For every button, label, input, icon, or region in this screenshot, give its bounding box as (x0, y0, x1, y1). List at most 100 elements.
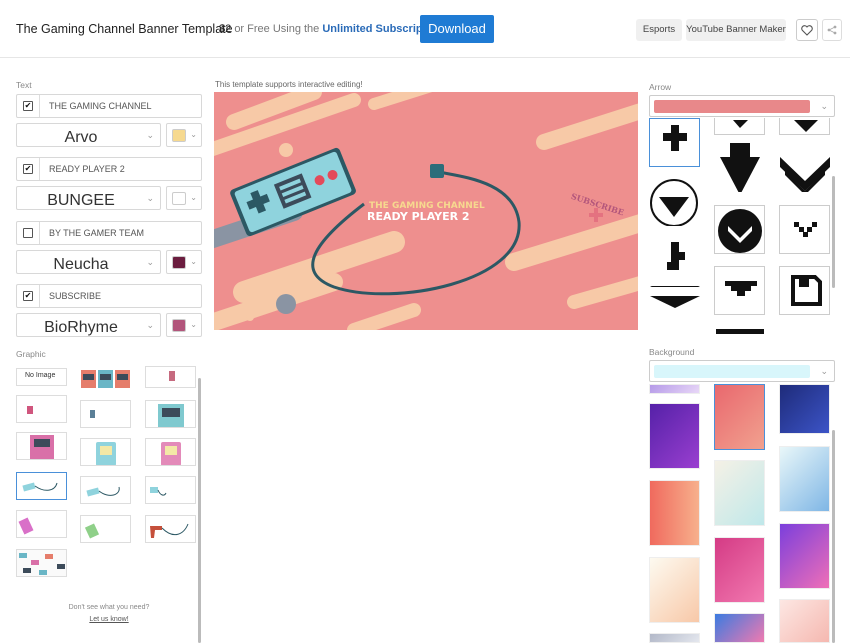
text-color-select[interactable]: ⌄ (166, 186, 202, 210)
bg-option-5[interactable] (714, 460, 765, 526)
text-field-row[interactable]: ✔ SUBSCRIBE (16, 284, 202, 308)
bg-option-4[interactable] (649, 403, 700, 469)
bg-option-9[interactable] (779, 523, 830, 589)
font-select[interactable]: BUNGEE ⌄ (16, 186, 161, 210)
bg-option-6[interactable] (779, 446, 830, 512)
arrow-option-triangle-down[interactable] (714, 143, 765, 192)
font-name: Neucha (53, 256, 109, 273)
bg-option-13[interactable] (649, 633, 700, 643)
price-amount: $2 (219, 23, 232, 35)
graphic-controller-3[interactable] (145, 476, 196, 504)
no-image-label: No Image (25, 372, 56, 379)
download-button[interactable]: Download (420, 15, 494, 43)
graphic-gameboy-teal[interactable] (80, 438, 131, 466)
graphic-gameboy-pink[interactable] (145, 438, 196, 466)
text-color-select[interactable]: ⌄ (166, 123, 202, 147)
bg-option-7[interactable] (649, 480, 700, 546)
text-visible-checkbox[interactable]: ✔ (23, 291, 33, 301)
graphic-gameboy-small[interactable] (16, 395, 67, 423)
graphic-controller-2[interactable] (80, 476, 131, 504)
text-color-select[interactable]: ⌄ (166, 313, 202, 337)
background-section-label: Background (649, 347, 695, 357)
graphic-none[interactable]: No Image (16, 368, 67, 386)
text-field-value[interactable]: BY THE GAMER TEAM (49, 228, 144, 238)
controller-graphic (22, 482, 58, 492)
chevron-down-icon: ⌄ (820, 366, 828, 376)
graphic-cartridge[interactable] (145, 366, 196, 388)
text-visible-checkbox[interactable]: ✔ (23, 164, 33, 174)
bg-option-2[interactable] (714, 384, 765, 450)
arrow-option-floppy[interactable] (779, 266, 830, 315)
graphic-arcade-teal[interactable] (145, 400, 196, 428)
arrow-option-stepped-down[interactable] (714, 266, 765, 315)
bg-option-10[interactable] (649, 557, 700, 623)
tag-esports[interactable]: Esports (636, 19, 682, 41)
graphic-arcade-pink[interactable] (16, 432, 67, 460)
font-name: Arvo (64, 129, 98, 146)
text-visible-checkbox[interactable] (23, 228, 33, 238)
let-us-know-link[interactable]: Let us know! (89, 616, 128, 623)
text-field-value[interactable]: READY PLAYER 2 (49, 164, 125, 174)
font-select[interactable]: Arvo ⌄ (16, 123, 161, 147)
background-color-swatch (654, 365, 810, 378)
bg-option-8[interactable] (714, 537, 765, 603)
bg-option-3[interactable] (779, 384, 830, 434)
background-scrollbar[interactable] (832, 430, 835, 643)
text-color-swatch (172, 192, 186, 205)
arrow-option-pixel-chevron[interactable] (779, 205, 830, 254)
arcade-machines-graphic (81, 370, 130, 388)
arrow-option-bar[interactable] (714, 324, 765, 334)
cartridge-graphic (169, 371, 175, 381)
graphic-handheld-green[interactable] (80, 515, 131, 543)
graphic-controller-selected[interactable] (16, 472, 67, 500)
graphic-light-gun[interactable] (145, 515, 196, 543)
circle-down-icon (650, 179, 698, 226)
bg-option-1[interactable] (649, 384, 700, 394)
arrow-option-chevron-bold[interactable] (779, 118, 830, 135)
light-gun-graphic (150, 523, 189, 538)
text-color-select[interactable]: ⌄ (166, 250, 202, 274)
chevron-down-icon: ⌄ (146, 257, 154, 267)
arrow-option-pixel-down[interactable] (649, 238, 700, 287)
arrow-option-wide-triangle[interactable] (649, 292, 700, 310)
arrow-option-chevron-small[interactable] (714, 118, 765, 135)
arrow-option-circle-chevron[interactable] (714, 205, 765, 254)
graphic-handheld-blue[interactable] (80, 400, 131, 428)
double-chevron-icon (780, 157, 830, 192)
background-color-select[interactable]: ⌄ (649, 360, 835, 382)
chevron-down-icon: ⌄ (190, 130, 197, 139)
banner-canvas[interactable]: THE GAMING CHANNEL READY PLAYER 2 SUBSCR… (214, 92, 638, 330)
divider (39, 95, 40, 117)
handheld-magenta-graphic (18, 517, 34, 535)
bg-option-12[interactable] (779, 599, 830, 643)
font-select[interactable]: BioRhyme ⌄ (16, 313, 161, 337)
favorite-button[interactable] (796, 19, 818, 41)
tag-youtube-banner-maker[interactable]: YouTube Banner Maker (686, 19, 786, 41)
text-field-value[interactable]: THE GAMING CHANNEL (49, 101, 152, 111)
text-field-value[interactable]: SUBSCRIBE (49, 291, 101, 301)
arrow-option-circle-down[interactable] (649, 177, 700, 226)
graphic-arcade-row[interactable] (80, 366, 131, 388)
arrow-option-double-chevron[interactable] (779, 143, 830, 192)
font-name: BUNGEE (47, 192, 115, 209)
controller-alt-graphic (86, 486, 120, 497)
arrow-option-plus[interactable] (649, 118, 700, 167)
text-field-row[interactable]: BY THE GAMER TEAM (16, 221, 202, 245)
share-button[interactable] (822, 19, 842, 41)
banner-line2: READY PLAYER 2 (367, 210, 470, 223)
text-field-row[interactable]: ✔ READY PLAYER 2 (16, 157, 202, 181)
share-icon (827, 25, 837, 35)
divider (39, 285, 40, 307)
arrow-scrollbar[interactable] (832, 176, 835, 288)
pixel-chevron-icon (794, 222, 817, 237)
text-color-swatch (172, 256, 186, 269)
text-field-row[interactable]: ✔ THE GAMING CHANNEL (16, 94, 202, 118)
bg-option-11[interactable] (714, 613, 765, 643)
price-info: $2 or Free Using the Unlimited Subscript… (219, 23, 443, 35)
handheld-graphic (27, 406, 33, 414)
graphic-handheld-magenta[interactable] (16, 510, 67, 538)
graphic-pattern[interactable] (16, 549, 67, 577)
arrow-color-select[interactable]: ⌄ (649, 95, 835, 117)
font-select[interactable]: Neucha ⌄ (16, 250, 161, 274)
text-visible-checkbox[interactable]: ✔ (23, 101, 33, 111)
